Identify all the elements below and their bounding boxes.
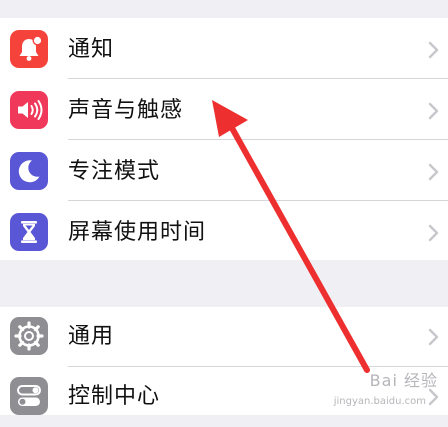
settings-group-1: 通知 声音与触感 专注模式 屏幕使用时间: [0, 18, 448, 260]
toggle-switches-icon: [10, 377, 48, 415]
settings-row-notifications[interactable]: 通知: [0, 18, 448, 78]
settings-row-sounds-haptics[interactable]: 声音与触感: [0, 79, 448, 139]
speaker-icon: [10, 91, 48, 129]
chevron-right-icon: [428, 328, 439, 346]
settings-row-label: 声音与触感: [68, 98, 184, 123]
chevron-right-icon: [428, 41, 439, 59]
watermark-url: jingyan.baidu.com: [333, 396, 426, 407]
bell-badge-icon: [10, 30, 48, 68]
watermark: Bai 经验: [369, 371, 438, 390]
chevron-right-icon: [428, 163, 439, 181]
hourglass-icon: [10, 213, 48, 251]
gear-icon: [10, 317, 48, 355]
moon-icon: [10, 152, 48, 190]
settings-row-label: 通用: [68, 324, 115, 349]
settings-row-focus[interactable]: 专注模式: [0, 140, 448, 200]
settings-row-general[interactable]: 通用: [0, 307, 448, 367]
chevron-right-icon: [428, 102, 439, 120]
settings-row-label: 专注模式: [68, 159, 161, 184]
chevron-right-icon: [428, 224, 439, 242]
settings-row-label: 控制中心: [68, 384, 161, 409]
settings-row-screen-time[interactable]: 屏幕使用时间: [0, 201, 448, 261]
settings-row-label: 屏幕使用时间: [68, 220, 207, 245]
settings-row-label: 通知: [68, 37, 115, 62]
